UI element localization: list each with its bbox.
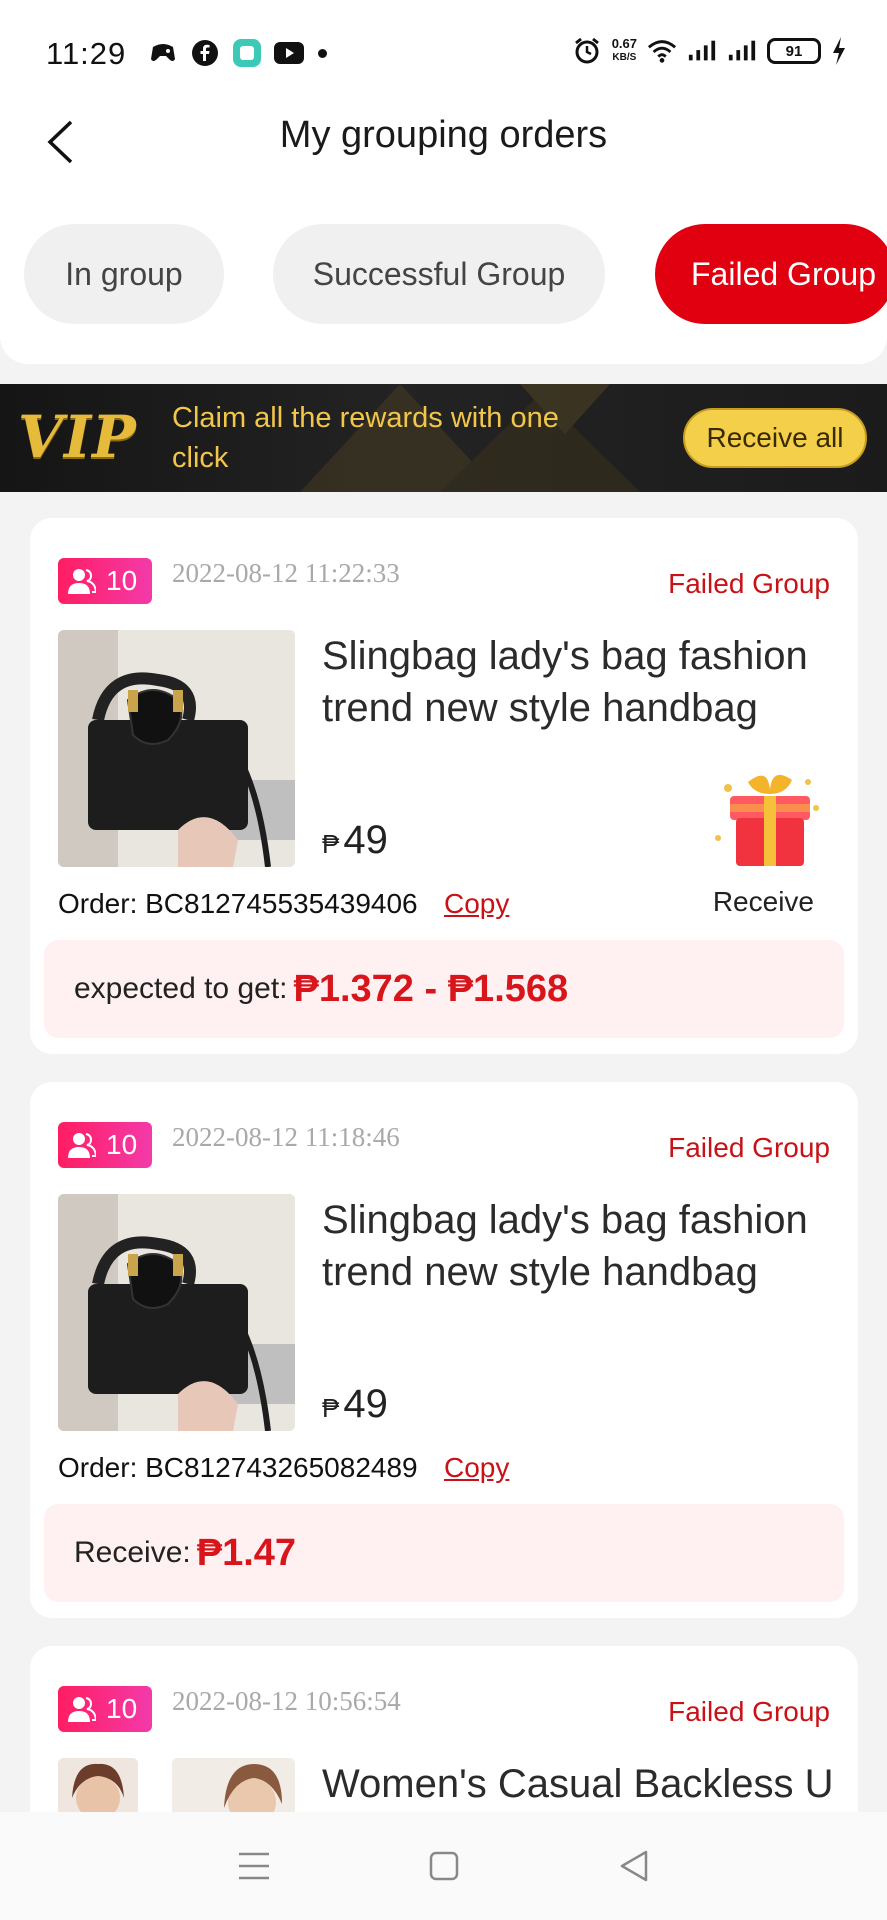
order-status: Failed Group (668, 1132, 830, 1163)
page-header: My grouping orders In group Successful G… (0, 104, 887, 364)
signal-icon (727, 36, 757, 66)
currency-symbol: ₱ (322, 829, 340, 859)
receive-all-button[interactable]: Receive all (683, 408, 867, 468)
price-value: 49 (343, 818, 388, 862)
app-icon (232, 38, 262, 68)
net-speed-value: 0.67 (611, 36, 637, 51)
tab-bar: In group Successful Group Failed Group (24, 224, 887, 324)
status-time: 11:29 (46, 36, 127, 71)
product-title[interactable]: Slingbag lady's bag fashion trend new st… (322, 1194, 842, 1298)
order-number: Order: BC812745535439406 (58, 888, 418, 919)
member-badge: 10 (58, 1122, 152, 1168)
product-title[interactable]: Women's Casual Backless U (322, 1758, 842, 1810)
system-navbar (0, 1812, 887, 1920)
youtube-icon (274, 38, 304, 68)
system-indicators: 0.67 KB/S 91 (572, 36, 847, 66)
copy-order-link[interactable]: Copy (444, 1452, 509, 1484)
home-icon[interactable] (424, 1846, 464, 1886)
users-icon (68, 1697, 96, 1722)
status-bar: 11:29 0.67 KB/S 91 (0, 0, 887, 104)
facebook-icon (190, 38, 220, 68)
model-photo (58, 1758, 138, 1818)
handbag-image (58, 1194, 295, 1431)
menu-icon[interactable] (234, 1846, 274, 1886)
order-status: Failed Group (668, 568, 830, 599)
order-card[interactable]: 10 2022-08-12 11:18:46 Failed Group Slin… (30, 1082, 858, 1618)
copy-order-link[interactable]: Copy (444, 888, 509, 920)
handbag-image (58, 630, 295, 867)
vip-text: Claim all the rewards with one click (172, 402, 559, 474)
reward-value: ₱1.372 - ₱1.568 (293, 967, 569, 1010)
price-value: 49 (343, 1382, 388, 1426)
order-time: 2022-08-12 11:22:33 (172, 558, 400, 588)
back-nav-icon[interactable] (614, 1846, 654, 1886)
net-speed: 0.67 KB/S (612, 37, 637, 65)
net-speed-unit: KB/S (612, 52, 637, 63)
model-photo (172, 1758, 295, 1818)
vip-banner: VIP Claim all the rewards with one click… (0, 384, 887, 492)
member-badge: 10 (58, 558, 152, 604)
currency-symbol: ₱ (322, 1393, 340, 1423)
product-image[interactable] (58, 630, 295, 867)
order-time: 2022-08-12 10:56:54 (172, 1686, 401, 1716)
page-title: My grouping orders (279, 114, 608, 156)
product-image[interactable] (58, 1758, 138, 1818)
order-status: Failed Group (668, 1696, 830, 1727)
member-count: 10 (106, 1129, 138, 1160)
tab-successful-group[interactable]: Successful Group (273, 224, 605, 324)
users-icon (68, 1133, 96, 1158)
order-number: Order: BC812743265082489 (58, 1452, 418, 1483)
dot-icon (318, 48, 327, 58)
product-title[interactable]: Slingbag lady's bag fashion trend new st… (322, 630, 842, 734)
charging-icon (831, 36, 847, 66)
alarm-icon (572, 36, 602, 66)
receive-label[interactable]: Receive (713, 886, 814, 918)
tab-in-group[interactable]: In group (24, 224, 224, 324)
member-badge: 10 (58, 1686, 152, 1732)
product-image[interactable] (58, 1194, 295, 1431)
product-price: ₱ 49 (322, 1382, 388, 1427)
vip-logo: VIP (18, 403, 137, 471)
member-count: 10 (106, 565, 138, 596)
gift-icon[interactable] (708, 768, 828, 878)
wifi-icon (647, 36, 677, 66)
reward-box: Receive: ₱1.47 (44, 1504, 844, 1602)
users-icon (68, 569, 96, 594)
reward-box: expected to get: ₱1.372 - ₱1.568 (44, 940, 844, 1038)
tab-failed-group[interactable]: Failed Group (655, 224, 887, 324)
signal-icon (687, 36, 717, 66)
order-time: 2022-08-12 11:18:46 (172, 1122, 400, 1152)
battery-icon: 91 (767, 38, 821, 64)
reward-label: expected to get: (74, 972, 288, 1005)
product-image[interactable] (172, 1758, 295, 1818)
member-count: 10 (106, 1693, 138, 1724)
game-icon (148, 38, 178, 68)
reward-value: ₱1.47 (196, 1531, 297, 1574)
order-card[interactable]: 10 2022-08-12 11:22:33 Failed Group Slin… (30, 518, 858, 1054)
battery-level: 91 (785, 42, 803, 60)
reward-label: Receive: (74, 1536, 191, 1569)
product-price: ₱ 49 (322, 818, 388, 863)
notification-icons (148, 38, 327, 68)
